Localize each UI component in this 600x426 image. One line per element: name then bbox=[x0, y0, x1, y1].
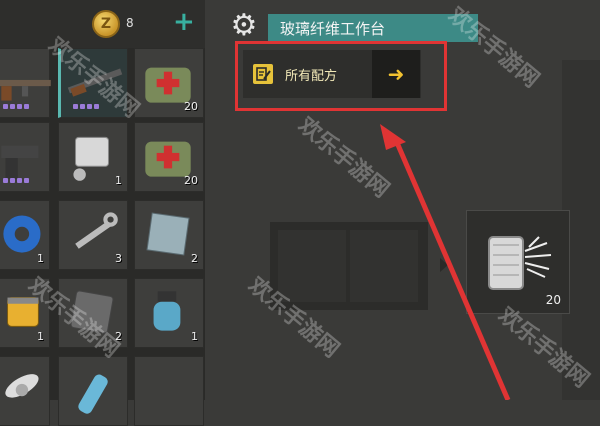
inventory-slot[interactable]: 1 bbox=[0, 200, 50, 270]
item-quantity: 1 bbox=[37, 330, 44, 343]
inventory-slot[interactable]: 1 bbox=[58, 122, 128, 192]
inventory-slot[interactable]: 2 bbox=[134, 200, 204, 270]
inventory-slot[interactable] bbox=[0, 356, 50, 426]
workbench-title: 玻璃纤维工作台 bbox=[280, 20, 386, 38]
coin-letter: Z bbox=[100, 16, 112, 32]
craft-arrow-icon bbox=[440, 258, 448, 272]
inventory-slot[interactable] bbox=[58, 356, 128, 426]
inventory-slot[interactable] bbox=[134, 356, 204, 426]
highlight-box bbox=[235, 41, 447, 111]
item-quantity: 20 bbox=[184, 174, 198, 187]
plus-icon[interactable]: + bbox=[173, 9, 195, 35]
item-quantity: 20 bbox=[184, 100, 198, 113]
output-quantity: 20 bbox=[545, 293, 561, 307]
quality-dots bbox=[73, 104, 99, 109]
quality-dots bbox=[3, 178, 29, 183]
item-quantity: 3 bbox=[115, 252, 122, 265]
empty bbox=[135, 357, 201, 423]
inventory-slot[interactable]: 20 bbox=[134, 48, 204, 118]
ingredient-slot[interactable] bbox=[350, 230, 418, 302]
inventory-slot[interactable]: 1 bbox=[134, 278, 204, 348]
currency-bar: Z 8 + bbox=[0, 0, 205, 48]
watermark: 欢乐手游网 bbox=[443, 2, 544, 93]
bottle-icon bbox=[78, 374, 108, 414]
item-quantity: 1 bbox=[191, 330, 198, 343]
inventory-slot[interactable] bbox=[0, 122, 50, 192]
coin-icon: Z bbox=[92, 10, 120, 38]
propeller-icon bbox=[5, 374, 39, 398]
craft-output-slot[interactable]: 20 bbox=[466, 210, 570, 314]
coin-count: 8 bbox=[126, 16, 134, 30]
inventory-slot[interactable]: 20 bbox=[134, 122, 204, 192]
gear-icon[interactable]: ⚙ bbox=[226, 8, 262, 44]
item-quantity: 1 bbox=[115, 174, 122, 187]
item-quantity: 1 bbox=[37, 252, 44, 265]
tape-icon bbox=[3, 215, 41, 253]
inventory-slot[interactable] bbox=[0, 48, 51, 118]
item-quantity: 2 bbox=[191, 252, 198, 265]
watermark: 欢乐手游网 bbox=[293, 112, 394, 203]
inventory-slot[interactable]: 3 bbox=[58, 200, 128, 270]
quality-dots bbox=[3, 104, 29, 109]
